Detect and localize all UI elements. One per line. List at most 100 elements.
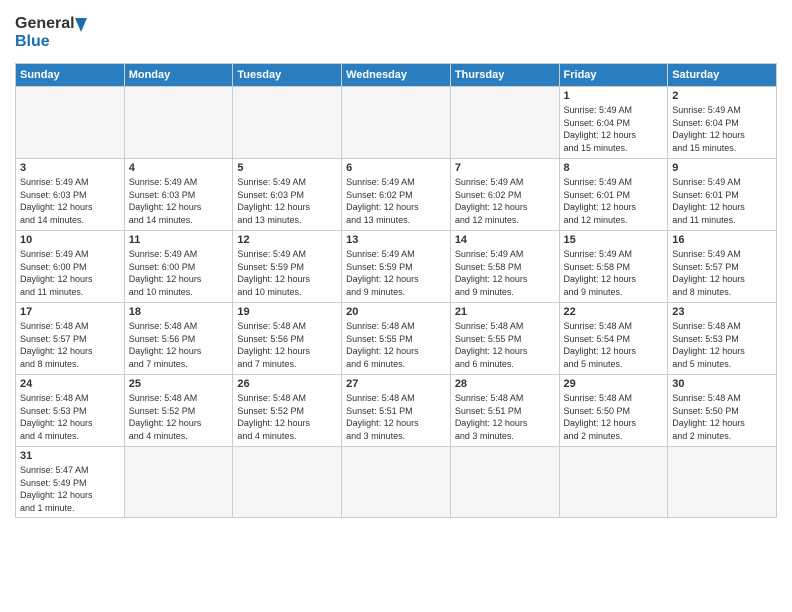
calendar-cell: 25Sunrise: 5:48 AM Sunset: 5:52 PM Dayli… <box>124 375 233 447</box>
weekday-header-thursday: Thursday <box>450 64 559 87</box>
day-info: Sunrise: 5:49 AM Sunset: 6:03 PM Dayligh… <box>129 176 229 226</box>
calendar-cell: 20Sunrise: 5:48 AM Sunset: 5:55 PM Dayli… <box>342 303 451 375</box>
week-row-0: 1Sunrise: 5:49 AM Sunset: 6:04 PM Daylig… <box>16 87 777 159</box>
day-number: 26 <box>237 378 337 390</box>
day-info: Sunrise: 5:49 AM Sunset: 5:59 PM Dayligh… <box>237 248 337 298</box>
calendar-cell <box>559 447 668 518</box>
calendar-cell: 31Sunrise: 5:47 AM Sunset: 5:49 PM Dayli… <box>16 447 125 518</box>
day-info: Sunrise: 5:48 AM Sunset: 5:50 PM Dayligh… <box>672 392 772 442</box>
calendar-cell <box>124 447 233 518</box>
calendar-cell: 9 Sunrise: 5:49 AM Sunset: 6:01 PM Daylig… <box>668 159 777 231</box>
day-info: Sunrise: 5:49 AM Sunset: 6:00 PM Dayligh… <box>129 248 229 298</box>
logo: GeneralBlue <box>15 10 95 55</box>
day-info: Sunrise: 5:49 AM Sunset: 6:03 PM Dayligh… <box>20 176 120 226</box>
svg-text:Blue: Blue <box>15 33 50 50</box>
day-number: 5 <box>237 162 337 174</box>
day-number: 19 <box>237 306 337 318</box>
day-info: Sunrise: 5:49 AM Sunset: 6:02 PM Dayligh… <box>455 176 555 226</box>
day-info: Sunrise: 5:47 AM Sunset: 5:49 PM Dayligh… <box>20 464 120 514</box>
day-info: Sunrise: 5:48 AM Sunset: 5:56 PM Dayligh… <box>129 320 229 370</box>
day-number: 12 <box>237 234 337 246</box>
calendar-cell: 26Sunrise: 5:48 AM Sunset: 5:52 PM Dayli… <box>233 375 342 447</box>
weekday-header-monday: Monday <box>124 64 233 87</box>
calendar-cell <box>16 87 125 159</box>
calendar-cell <box>233 447 342 518</box>
day-info: Sunrise: 5:49 AM Sunset: 6:01 PM Dayligh… <box>672 176 772 226</box>
day-info: Sunrise: 5:49 AM Sunset: 5:58 PM Dayligh… <box>455 248 555 298</box>
day-number: 2 <box>672 90 772 102</box>
week-row-1: 3 Sunrise: 5:49 AM Sunset: 6:03 PM Daylig… <box>16 159 777 231</box>
day-info: Sunrise: 5:48 AM Sunset: 5:51 PM Dayligh… <box>455 392 555 442</box>
day-number: 20 <box>346 306 446 318</box>
calendar-cell: 6Sunrise: 5:49 AM Sunset: 6:02 PM Daylig… <box>342 159 451 231</box>
day-number: 23 <box>672 306 772 318</box>
calendar-cell <box>233 87 342 159</box>
day-number: 17 <box>20 306 120 318</box>
day-number: 13 <box>346 234 446 246</box>
svg-text:General: General <box>15 15 75 32</box>
day-number: 22 <box>564 306 664 318</box>
day-info: Sunrise: 5:48 AM Sunset: 5:51 PM Dayligh… <box>346 392 446 442</box>
day-number: 24 <box>20 378 120 390</box>
day-info: Sunrise: 5:48 AM Sunset: 5:55 PM Dayligh… <box>455 320 555 370</box>
day-info: Sunrise: 5:48 AM Sunset: 5:50 PM Dayligh… <box>564 392 664 442</box>
day-number: 14 <box>455 234 555 246</box>
calendar-cell: 21 Sunrise: 5:48 AM Sunset: 5:55 PM Dayli… <box>450 303 559 375</box>
calendar-cell: 4Sunrise: 5:49 AM Sunset: 6:03 PM Daylig… <box>124 159 233 231</box>
calendar-cell <box>342 447 451 518</box>
day-number: 11 <box>129 234 229 246</box>
calendar-cell <box>124 87 233 159</box>
header: GeneralBlue <box>15 10 777 55</box>
day-number: 21 <box>455 306 555 318</box>
day-number: 27 <box>346 378 446 390</box>
week-row-2: 10 Sunrise: 5:49 AM Sunset: 6:00 PM Dayli… <box>16 231 777 303</box>
day-info: Sunrise: 5:48 AM Sunset: 5:56 PM Dayligh… <box>237 320 337 370</box>
calendar-cell: 14 Sunrise: 5:49 AM Sunset: 5:58 PM Dayli… <box>450 231 559 303</box>
calendar-cell: 18Sunrise: 5:48 AM Sunset: 5:56 PM Dayli… <box>124 303 233 375</box>
week-row-4: 24 Sunrise: 5:48 AM Sunset: 5:53 PM Dayli… <box>16 375 777 447</box>
calendar-cell: 7Sunrise: 5:49 AM Sunset: 6:02 PM Daylig… <box>450 159 559 231</box>
calendar-cell: 24 Sunrise: 5:48 AM Sunset: 5:53 PM Dayli… <box>16 375 125 447</box>
day-number: 8 <box>564 162 664 174</box>
calendar-cell: 23 Sunrise: 5:48 AM Sunset: 5:53 PM Dayli… <box>668 303 777 375</box>
day-number: 10 <box>20 234 120 246</box>
calendar-cell: 15 Sunrise: 5:49 AM Sunset: 5:58 PM Dayli… <box>559 231 668 303</box>
day-info: Sunrise: 5:48 AM Sunset: 5:57 PM Dayligh… <box>20 320 120 370</box>
calendar-cell: 13 Sunrise: 5:49 AM Sunset: 5:59 PM Dayli… <box>342 231 451 303</box>
day-info: Sunrise: 5:49 AM Sunset: 6:04 PM Dayligh… <box>564 104 664 154</box>
day-number: 6 <box>346 162 446 174</box>
weekday-header-saturday: Saturday <box>668 64 777 87</box>
day-number: 3 <box>20 162 120 174</box>
day-number: 29 <box>564 378 664 390</box>
calendar-cell: 3 Sunrise: 5:49 AM Sunset: 6:03 PM Daylig… <box>16 159 125 231</box>
calendar-cell: 11 Sunrise: 5:49 AM Sunset: 6:00 PM Dayli… <box>124 231 233 303</box>
day-info: Sunrise: 5:49 AM Sunset: 6:00 PM Dayligh… <box>20 248 120 298</box>
weekday-header-tuesday: Tuesday <box>233 64 342 87</box>
weekday-header-wednesday: Wednesday <box>342 64 451 87</box>
logo-svg: GeneralBlue <box>15 10 95 55</box>
calendar-cell <box>450 447 559 518</box>
calendar-cell: 29 Sunrise: 5:48 AM Sunset: 5:50 PM Dayli… <box>559 375 668 447</box>
weekday-header-row: SundayMondayTuesdayWednesdayThursdayFrid… <box>16 64 777 87</box>
day-info: Sunrise: 5:49 AM Sunset: 5:59 PM Dayligh… <box>346 248 446 298</box>
day-info: Sunrise: 5:48 AM Sunset: 5:52 PM Dayligh… <box>129 392 229 442</box>
day-number: 28 <box>455 378 555 390</box>
day-info: Sunrise: 5:48 AM Sunset: 5:54 PM Dayligh… <box>564 320 664 370</box>
day-number: 30 <box>672 378 772 390</box>
calendar-cell: 5Sunrise: 5:49 AM Sunset: 6:03 PM Daylig… <box>233 159 342 231</box>
calendar-cell: 10 Sunrise: 5:49 AM Sunset: 6:00 PM Dayli… <box>16 231 125 303</box>
calendar-cell: 1Sunrise: 5:49 AM Sunset: 6:04 PM Daylig… <box>559 87 668 159</box>
calendar-cell <box>342 87 451 159</box>
calendar-cell: 19 Sunrise: 5:48 AM Sunset: 5:56 PM Dayli… <box>233 303 342 375</box>
calendar-table: SundayMondayTuesdayWednesdayThursdayFrid… <box>15 63 777 518</box>
day-number: 9 <box>672 162 772 174</box>
week-row-3: 17 Sunrise: 5:48 AM Sunset: 5:57 PM Dayli… <box>16 303 777 375</box>
calendar-cell <box>450 87 559 159</box>
calendar-cell: 27 Sunrise: 5:48 AM Sunset: 5:51 PM Dayli… <box>342 375 451 447</box>
day-number: 15 <box>564 234 664 246</box>
day-info: Sunrise: 5:48 AM Sunset: 5:53 PM Dayligh… <box>672 320 772 370</box>
calendar-cell <box>668 447 777 518</box>
day-info: Sunrise: 5:49 AM Sunset: 5:58 PM Dayligh… <box>564 248 664 298</box>
calendar-page: GeneralBlue SundayMondayTuesdayWednesday… <box>0 0 792 612</box>
day-info: Sunrise: 5:48 AM Sunset: 5:53 PM Dayligh… <box>20 392 120 442</box>
